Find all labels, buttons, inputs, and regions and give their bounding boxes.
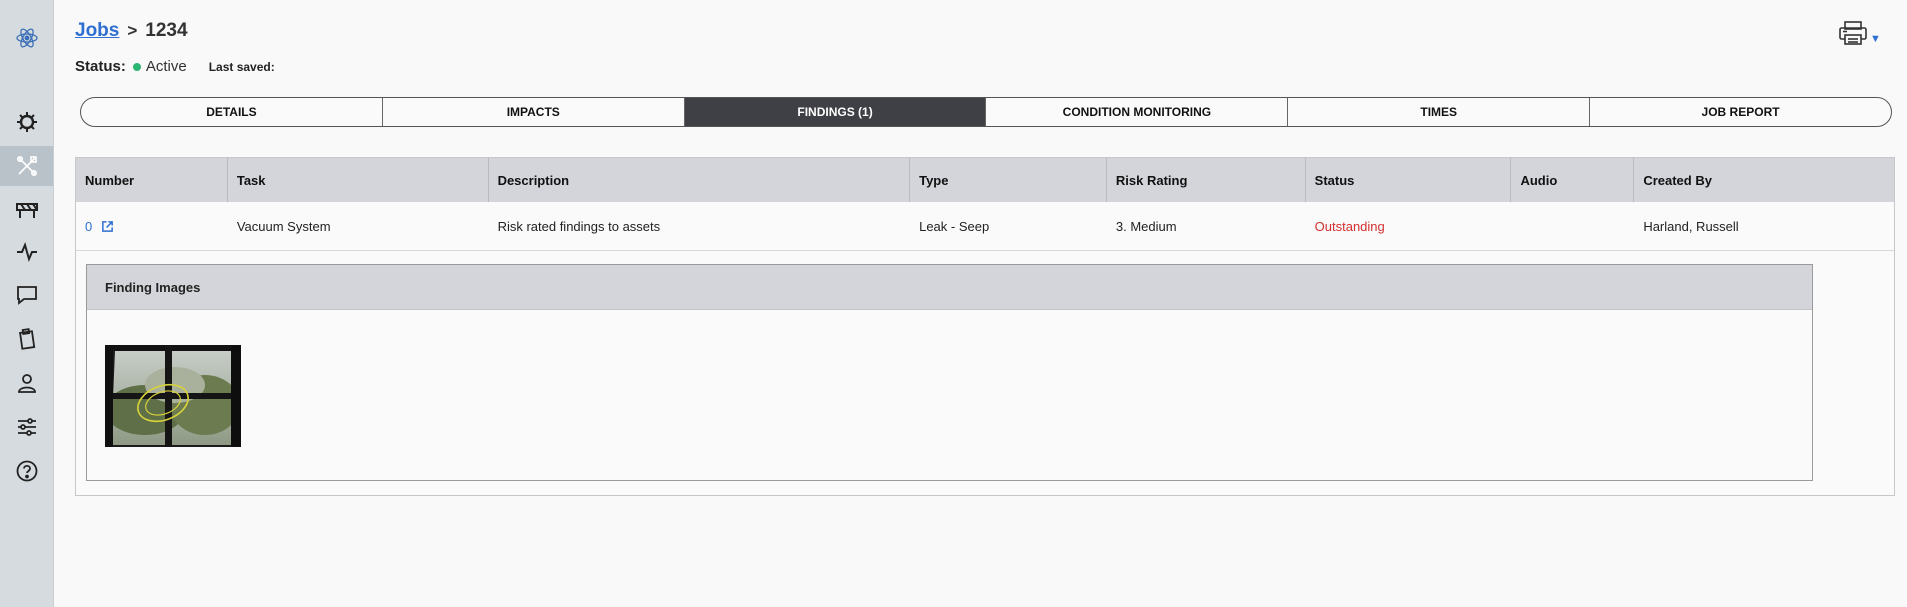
cell-number: 0: [76, 202, 228, 250]
cell-risk-rating: 3. Medium: [1115, 218, 1177, 234]
status-label: Status:: [75, 58, 126, 75]
sliders-icon[interactable]: [0, 407, 53, 447]
finding-image-thumbnail[interactable]: [105, 345, 241, 447]
jobs-link[interactable]: Jobs: [75, 20, 119, 42]
cell-status: Outstanding: [1314, 218, 1385, 234]
help-icon[interactable]: [0, 451, 53, 491]
tab-findings[interactable]: FINDINGS (1): [684, 98, 987, 126]
tab-details[interactable]: DETAILS: [81, 98, 383, 126]
column-header-description[interactable]: Description: [489, 158, 911, 202]
tools-icon[interactable]: [0, 146, 53, 186]
table-header: Number Task Description Type Risk Rating…: [76, 158, 1894, 202]
sidebar: [0, 0, 54, 607]
column-header-type[interactable]: Type: [910, 158, 1107, 202]
tab-impacts[interactable]: IMPACTS: [383, 98, 685, 126]
print-button[interactable]: ▼: [1838, 18, 1882, 48]
finding-number-link[interactable]: 0: [85, 219, 92, 234]
status-dot-icon: [132, 62, 141, 71]
last-saved-label: Last saved:: [208, 59, 275, 74]
cell-description: Risk rated findings to assets: [497, 218, 661, 234]
chevron-down-icon: ▼: [1870, 33, 1881, 45]
user-icon[interactable]: [0, 363, 53, 403]
pulse-icon[interactable]: [0, 232, 53, 272]
clipboard-icon[interactable]: [0, 319, 53, 359]
status-value: Active: [145, 58, 187, 75]
cell-task: Vacuum System: [236, 218, 331, 234]
job-id: 1234: [145, 20, 188, 41]
barrier-icon[interactable]: [0, 190, 53, 230]
breadcrumb-separator: >: [127, 21, 138, 40]
column-header-task[interactable]: Task: [228, 158, 489, 202]
virus-icon[interactable]: [0, 102, 53, 142]
breadcrumb: Jobs > 1234: [75, 20, 188, 42]
cell-created-by: Harland, Russell: [1643, 218, 1739, 234]
chat-icon[interactable]: [0, 275, 53, 315]
cell-type: Leak - Seep: [919, 218, 990, 234]
cell-audio: [1511, 202, 1634, 250]
atom-logo-icon[interactable]: [0, 18, 53, 58]
tab-job-report[interactable]: JOB REPORT: [1590, 98, 1891, 126]
table-row[interactable]: 0 Vacuum System Risk rated findings to a…: [76, 202, 1894, 251]
finding-images-panel: Finding Images: [86, 264, 1813, 481]
external-link-icon[interactable]: [101, 220, 114, 233]
finding-images-title: Finding Images: [87, 265, 1812, 310]
status-line: Status: Active Last saved:: [75, 58, 275, 75]
column-header-number[interactable]: Number: [76, 158, 228, 202]
column-header-audio[interactable]: Audio: [1511, 158, 1635, 202]
tab-condition-monitoring[interactable]: CONDITION MONITORING: [986, 98, 1289, 126]
printer-icon: [1839, 21, 1867, 45]
tab-bar: DETAILS IMPACTS FINDINGS (1) CONDITION M…: [80, 97, 1892, 127]
findings-table: Number Task Description Type Risk Rating…: [75, 157, 1895, 496]
column-header-created-by[interactable]: Created By: [1634, 158, 1894, 202]
column-header-risk-rating[interactable]: Risk Rating: [1107, 158, 1306, 202]
column-header-status[interactable]: Status: [1306, 158, 1512, 202]
tab-times[interactable]: TIMES: [1288, 98, 1591, 126]
